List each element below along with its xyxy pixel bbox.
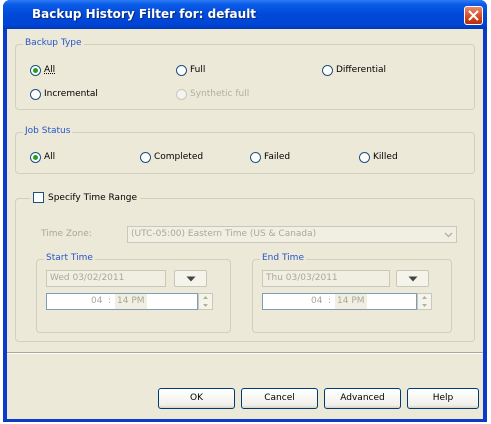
radio-label: Incremental: [44, 89, 98, 99]
radio-circle: [30, 151, 41, 163]
start-date-field[interactable]: Wed 03/02/2011: [46, 270, 166, 287]
chevron-down-icon: [444, 227, 453, 248]
radio-circle: [30, 88, 41, 100]
help-button[interactable]: Help: [407, 388, 479, 409]
end-time-input[interactable]: 04 : 14 PM: [262, 293, 417, 310]
backup-type-incremental-radio[interactable]: Incremental: [30, 87, 98, 101]
radio-label: Synthetic full: [190, 89, 250, 99]
job-status-all-radio[interactable]: All: [30, 150, 55, 164]
spin-up-icon: [203, 296, 208, 299]
end-date-dropdown-button[interactable]: [396, 270, 429, 287]
backup-type-legend: Backup Type: [23, 38, 84, 48]
job-status-failed-radio[interactable]: Failed: [250, 150, 290, 164]
dropdown-arrow-icon: [186, 276, 195, 281]
end-time-spinner[interactable]: [417, 293, 432, 310]
start-time-group: Start Time Wed 03/02/2011 04 : 14 PM: [36, 253, 231, 333]
job-status-group: Job Status All Completed Failed Killed: [15, 126, 475, 174]
radio-label: Differential: [336, 65, 386, 75]
start-time-separator: :: [108, 296, 112, 306]
spin-up-button[interactable]: [418, 294, 431, 301]
close-icon: [468, 10, 479, 21]
spin-down-icon: [422, 304, 427, 307]
radio-label: Full: [190, 65, 206, 75]
footer-separator: [7, 352, 483, 354]
end-hour: 04: [311, 296, 323, 306]
time-range-group: Specify Time Range Time Zone: (UTC-05:00…: [15, 192, 475, 342]
backup-type-all-radio[interactable]: All: [30, 63, 55, 77]
start-time-spinner[interactable]: [198, 293, 213, 310]
radio-label: All: [44, 152, 56, 162]
radio-label: All: [44, 65, 56, 75]
start-date-dropdown-button[interactable]: [174, 270, 207, 287]
start-time-input[interactable]: 04 : 14 PM: [46, 293, 198, 310]
dialog-window: Backup History Filter for: default Backu…: [3, 0, 487, 422]
end-time-separator: :: [328, 296, 332, 306]
spin-up-icon: [422, 296, 427, 299]
start-minute-ampm: 14 PM: [115, 294, 147, 309]
end-date-value: Thu 03/03/2011: [266, 273, 338, 283]
spin-up-button[interactable]: [199, 294, 212, 301]
radio-label: Killed: [373, 152, 398, 162]
cancel-button[interactable]: Cancel: [241, 388, 318, 409]
end-date-field[interactable]: Thu 03/03/2011: [262, 270, 390, 287]
radio-circle: [176, 88, 187, 100]
start-time-legend: Start Time: [44, 253, 95, 263]
checkbox-label: Specify Time Range: [48, 192, 138, 203]
radio-label: Completed: [154, 152, 204, 162]
radio-circle: [140, 151, 151, 163]
timezone-select[interactable]: (UTC-05:00) Eastern Time (US & Canada): [127, 226, 457, 243]
radio-circle: [30, 64, 41, 76]
job-status-legend: Job Status: [23, 126, 73, 136]
spin-down-button[interactable]: [418, 302, 431, 309]
backup-type-synthetic-full-radio[interactable]: Synthetic full: [176, 87, 249, 101]
checkbox-box: [33, 192, 44, 203]
radio-circle: [322, 64, 333, 76]
window-title: Backup History Filter for: default: [32, 7, 257, 21]
dropdown-arrow-icon: [408, 276, 417, 281]
radio-circle: [250, 151, 261, 163]
job-status-killed-radio[interactable]: Killed: [359, 150, 398, 164]
radio-label: Failed: [264, 152, 291, 162]
title-bar[interactable]: Backup History Filter for: default: [3, 0, 487, 29]
start-hour: 04: [91, 296, 103, 306]
close-button[interactable]: [464, 6, 483, 25]
backup-type-group: Backup Type All Full Differential Increm…: [15, 38, 475, 110]
radio-circle: [359, 151, 370, 163]
end-minute-ampm: 14 PM: [335, 294, 367, 309]
advanced-button[interactable]: Advanced: [324, 388, 401, 409]
spin-down-icon: [203, 304, 208, 307]
job-status-completed-radio[interactable]: Completed: [140, 150, 203, 164]
radio-circle: [176, 64, 187, 76]
ok-button[interactable]: OK: [158, 388, 235, 409]
end-time-legend: End Time: [260, 253, 306, 263]
spin-down-button[interactable]: [199, 302, 212, 309]
end-time-group: End Time Thu 03/03/2011 04 : 14 PM: [252, 253, 452, 333]
timezone-label: Time Zone:: [41, 229, 92, 239]
backup-type-full-radio[interactable]: Full: [176, 63, 205, 77]
dialog-body: Backup Type All Full Differential Increm…: [7, 29, 483, 419]
timezone-value: (UTC-05:00) Eastern Time (US & Canada): [131, 229, 317, 239]
backup-type-differential-radio[interactable]: Differential: [322, 63, 386, 77]
specify-time-range-checkbox[interactable]: Specify Time Range: [30, 192, 141, 203]
start-date-value: Wed 03/02/2011: [50, 273, 125, 283]
